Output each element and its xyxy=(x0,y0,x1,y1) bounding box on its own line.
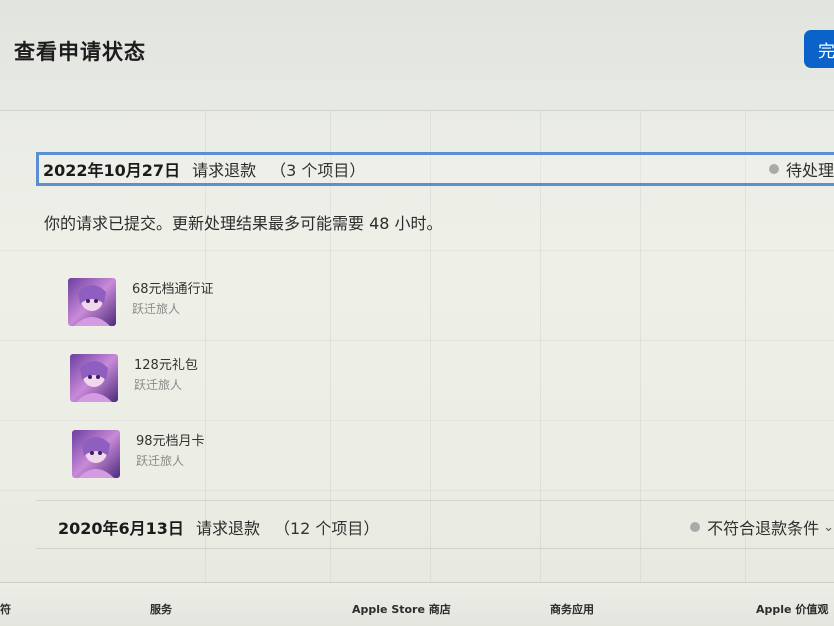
request-notice: 你的请求已提交。更新处理结果最多可能需要 48 小时。 xyxy=(44,214,443,233)
request-type: 请求退款 xyxy=(195,519,260,538)
divider xyxy=(36,500,834,501)
divider xyxy=(36,548,834,549)
list-item[interactable]: 98元档月卡 跃迁旅人 xyxy=(72,430,205,478)
list-item[interactable]: 68元档通行证 跃迁旅人 xyxy=(68,278,214,326)
item-name: 128元礼包 xyxy=(134,358,198,373)
app-icon xyxy=(72,430,120,478)
request-item-count: （3 个项目） xyxy=(270,161,366,180)
app-icon xyxy=(68,278,116,326)
chevron-down-icon[interactable]: ⌄ xyxy=(823,520,834,535)
footer: 符 服务 Apple Store 商店 商务应用 Apple 价值观 xyxy=(0,582,834,626)
request-row[interactable]: 2022年10月27日 请求退款 （3 个项目） 待处理 xyxy=(36,152,834,186)
footer-link-values[interactable]: Apple 价值观 xyxy=(756,601,828,617)
status-text: 不符合退款条件 xyxy=(707,519,820,538)
screen: 查看申请状态 完 2022年10月27日 请求退款 （3 个项目） 待处理 你的… xyxy=(0,0,834,626)
status-dot-icon xyxy=(690,522,701,532)
app-icon xyxy=(70,354,118,402)
footer-link-services[interactable]: 服务 xyxy=(150,601,172,617)
done-button[interactable]: 完 xyxy=(804,30,834,68)
request-date: 2020年6月13日 xyxy=(58,519,184,538)
status-badge: 待处理 xyxy=(768,157,834,181)
item-name: 68元档通行证 xyxy=(132,282,214,297)
footer-link-business[interactable]: 商务应用 xyxy=(550,601,594,617)
footer-link-apple-store[interactable]: Apple Store 商店 xyxy=(352,601,451,617)
status-text: 待处理 xyxy=(785,161,834,180)
request-type: 请求退款 xyxy=(192,161,257,180)
item-developer: 跃迁旅人 xyxy=(134,378,183,392)
list-item[interactable]: 128元礼包 跃迁旅人 xyxy=(70,354,198,402)
item-name: 98元档月卡 xyxy=(136,434,205,449)
request-row[interactable]: 2020年6月13日 请求退款 （12 个项目） 不符合退款条件 ⌄ xyxy=(54,510,834,544)
request-date: 2022年10月27日 xyxy=(43,161,181,180)
status-badge: 不符合退款条件 ⌄ xyxy=(690,515,834,539)
status-dot-icon xyxy=(768,164,779,174)
request-item-count: （12 个项目） xyxy=(273,519,380,538)
footer-link[interactable]: 符 xyxy=(0,601,11,617)
item-developer: 跃迁旅人 xyxy=(132,302,181,316)
header: 查看申请状态 完 xyxy=(0,0,834,111)
item-developer: 跃迁旅人 xyxy=(136,454,185,468)
page-title: 查看申请状态 xyxy=(14,40,146,64)
